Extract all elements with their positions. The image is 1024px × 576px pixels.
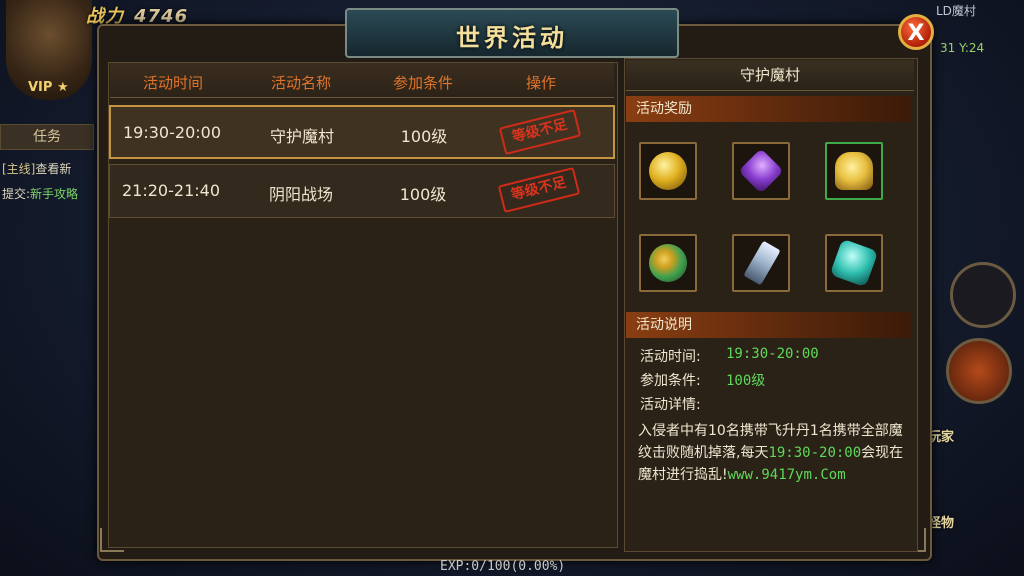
vip-label: VIP (28, 80, 53, 95)
location-coord: 31 Y:24 (940, 41, 985, 55)
exp-bar-text: EXP:0/100(0.00%) (440, 559, 566, 574)
submit-label: 提交: (2, 187, 31, 201)
reward-slot[interactable] (639, 142, 697, 200)
table-row[interactable]: 19:30-20:00 守护魔村 100级 等级不足 (109, 105, 615, 159)
desc-url: www.9417ym.Com (727, 467, 846, 483)
purple-crystal-icon (738, 148, 784, 194)
table-header: 活动时间 活动名称 参加条件 操作 (110, 63, 614, 98)
header-action: 操作 (525, 74, 556, 92)
status-stamp: 等级不足 (497, 166, 581, 214)
skill-button[interactable] (950, 262, 1016, 328)
task-tab[interactable]: 任务 (0, 124, 94, 150)
location-name: LD魔村 (936, 4, 976, 18)
teal-crystal-icon (829, 238, 879, 288)
condition-label: 参加条件: (640, 373, 701, 389)
reward-slot[interactable] (732, 234, 790, 292)
jade-orb-icon (649, 244, 687, 282)
row-condition: 100级 (400, 127, 448, 146)
status-stamp: 等级不足 (498, 108, 582, 156)
description-section-header: 活动说明 (626, 312, 911, 338)
vip-badge[interactable]: VIP ★ (28, 80, 69, 95)
task-line-main[interactable]: [主线]查看新 (2, 160, 71, 177)
reward-slot[interactable] (639, 234, 697, 292)
table-row[interactable]: 21:20-21:40 阴阳战场 100级 等级不足 (109, 164, 615, 218)
row-condition: 100级 (399, 185, 447, 204)
ice-shard-icon (743, 240, 781, 286)
close-button[interactable]: X (898, 14, 934, 50)
time-label: 活动时间: (640, 349, 701, 365)
dialog-title-banner: 世界活动 (345, 8, 679, 58)
row-name: 阴阳战场 (268, 185, 333, 204)
task-tag: [主线] (2, 162, 36, 176)
submit-value: 新手攻略 (30, 187, 79, 201)
dialog-title: 世界活动 (456, 23, 568, 52)
rewards-section-header: 活动奖励 (626, 96, 911, 122)
row-time: 19:30-20:00 (123, 123, 221, 142)
reward-slot[interactable] (825, 234, 883, 292)
time-value: 19:30-20:00 (726, 346, 819, 362)
gold-orb-icon (649, 152, 687, 190)
condition-value: 100级 (726, 373, 766, 389)
star-icon: ★ (52, 80, 69, 95)
task-text: 查看新 (35, 162, 72, 176)
header-name: 活动名称 (270, 74, 331, 92)
row-name: 守护魔村 (269, 127, 334, 146)
header-condition: 参加条件 (392, 74, 453, 92)
header-time: 活动时间 (142, 74, 203, 92)
row-time: 21:20-21:40 (122, 181, 220, 200)
desc-time: 19:30-20:00 (768, 445, 862, 461)
detail-title: 守护魔村 (626, 60, 914, 91)
reward-slot[interactable] (825, 142, 883, 200)
activity-description: 入侵者中有10名携带飞升丹1名携带全部魔纹击败随机掉落,每天19:30-20:0… (638, 420, 910, 486)
skill-button-fire[interactable] (946, 338, 1012, 404)
gold-ingot-icon (835, 152, 873, 190)
detail-label: 活动详情: (640, 397, 701, 413)
minimap-location: LD魔村 31 Y:24 (936, 2, 1020, 55)
task-line-submit[interactable]: 提交:新手攻略 (2, 185, 78, 202)
reward-slot[interactable] (732, 142, 790, 200)
